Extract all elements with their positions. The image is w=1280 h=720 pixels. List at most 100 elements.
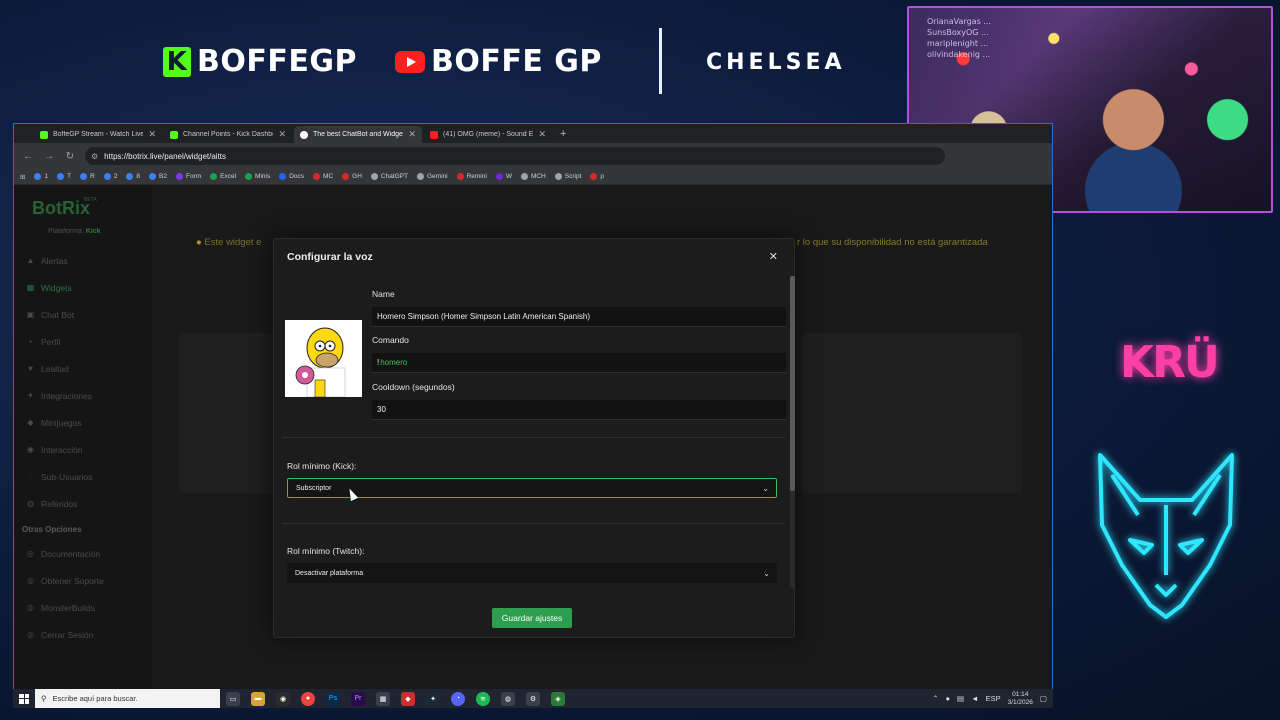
sponsor-logo: CHELSEA: [706, 50, 846, 75]
close-icon[interactable]: ✕: [278, 129, 286, 140]
calculator-icon[interactable]: ▦: [376, 691, 390, 706]
kick-brand: K BOFFEGP: [163, 44, 357, 79]
divider: [282, 523, 785, 524]
app-icon[interactable]: ◆: [401, 691, 415, 706]
premiere-icon[interactable]: Pr: [351, 691, 365, 706]
name-field[interactable]: Homero Simpson (Homer Simpson Latin Amer…: [372, 307, 786, 327]
obs-icon[interactable]: ◉: [276, 691, 290, 706]
close-icon[interactable]: ✕: [148, 129, 156, 140]
chat-icon: ▣: [26, 310, 35, 319]
bookmark-item[interactable]: Docs: [279, 173, 304, 180]
discord-icon[interactable]: ◔: [451, 691, 465, 706]
sidebar-item-cerrar-sesion[interactable]: ◎ Cerrar Sesión: [26, 621, 104, 648]
bookmark-item[interactable]: R: [80, 173, 95, 180]
chatgpt-icon: [370, 173, 378, 180]
kick-role-select[interactable]: Subscriptor ⌄: [287, 478, 777, 498]
kick-role-label: Rol mínimo (Kick):: [287, 461, 357, 471]
reload-icon[interactable]: ↻: [64, 151, 76, 162]
volume-icon[interactable]: ◄: [971, 694, 978, 703]
sidebar-item-minijuegos[interactable]: ◆ Minijuegos: [26, 409, 104, 436]
back-icon[interactable]: ←: [22, 151, 34, 162]
referral-icon: ◍: [27, 499, 34, 508]
cloud-icon: [80, 173, 88, 180]
chevron-down-icon: ⌄: [763, 568, 770, 578]
bookmark-item[interactable]: 1: [34, 173, 48, 180]
steam-icon[interactable]: ✦: [426, 691, 440, 706]
sidebar-item-soporte[interactable]: ◎ Obtener Soporte: [26, 567, 104, 594]
sidebar-item-referidos[interactable]: ◍ Referidos: [26, 490, 104, 517]
sidebar-item-lealtad[interactable]: ♥ Lealtad: [26, 355, 104, 382]
bookmark-item[interactable]: MC: [313, 173, 333, 180]
close-icon[interactable]: ✕: [408, 129, 416, 140]
bookmark-item[interactable]: 2: [103, 173, 117, 180]
app-icon[interactable]: ◍: [501, 691, 515, 706]
close-icon[interactable]: ✕: [538, 129, 546, 140]
bookmark-item[interactable]: Excel: [210, 173, 236, 180]
bookmark-item[interactable]: MCH: [520, 173, 546, 180]
scrollbar-thumb[interactable]: [790, 276, 795, 491]
sidebar-item-interaccion[interactable]: ◉ Interacción: [26, 436, 104, 463]
bookmark-item[interactable]: Form: [175, 173, 201, 180]
sidebar-item-integraciones[interactable]: ✦ Integraciones: [26, 382, 104, 409]
notification-icon[interactable]: ▢: [1040, 694, 1047, 703]
bookmark-item[interactable]: W: [495, 173, 512, 180]
task-view-icon[interactable]: ▭: [226, 691, 240, 706]
photoshop-icon[interactable]: Ps: [326, 691, 340, 706]
tab-strip: BoffeGP Stream - Watch Live on ✕ Channel…: [14, 124, 1052, 143]
command-field[interactable]: ! homero: [372, 353, 786, 373]
bookmark-item[interactable]: 8: [126, 173, 140, 180]
new-tab-button[interactable]: +: [554, 126, 572, 143]
url-field[interactable]: ⚙ https://botrix.live/panel/widget/aitts: [85, 147, 945, 165]
settings-icon[interactable]: ⚙: [526, 691, 540, 706]
sidebar-item-perfil[interactable]: ▪ Perfil: [26, 328, 104, 355]
chrome-icon[interactable]: ●: [301, 691, 315, 706]
app-icon[interactable]: ◈: [551, 691, 565, 706]
bookmark-item[interactable]: GH: [342, 173, 362, 180]
cooldown-field[interactable]: 30: [372, 400, 786, 420]
taskbar-search[interactable]: ⚲ Escribe aquí para buscar.: [35, 689, 220, 708]
browser-tab[interactable]: BoffeGP Stream - Watch Live on ✕: [34, 126, 162, 143]
sidebar-item-sub-usuarios[interactable]: ◌ Sub-Usuarios: [26, 463, 104, 490]
cloud-icon: [149, 173, 157, 180]
docs-icon: ◎: [27, 549, 34, 558]
browser-tab[interactable]: Channel Points - Kick Dashboa ✕: [164, 126, 292, 143]
search-icon: ⚲: [41, 694, 47, 703]
cloud-icon: [126, 173, 134, 180]
apps-grid-icon[interactable]: ⊞: [20, 173, 25, 181]
widget-card: [802, 333, 1022, 493]
excel-icon: [210, 173, 218, 180]
sidebar-item-widgets[interactable]: ▦ Widgets: [26, 274, 104, 301]
forward-icon[interactable]: →: [43, 151, 55, 162]
bookmark-item[interactable]: T: [57, 173, 71, 180]
warning-icon: ●: [196, 237, 202, 248]
botrix-logo: BotRix: [32, 198, 90, 218]
docs-icon: [279, 173, 287, 180]
language-indicator[interactable]: ESP: [986, 694, 1001, 703]
command-prefix: !: [377, 358, 380, 367]
modal-scrollbar[interactable]: [790, 276, 795, 588]
site-info-icon[interactable]: ⚙: [91, 152, 98, 161]
bookmark-item[interactable]: Minis: [245, 173, 270, 180]
spotify-icon[interactable]: ≋: [476, 691, 490, 706]
twitch-role-select[interactable]: Desactivar plataforma ⌄: [287, 563, 777, 583]
file-explorer-icon[interactable]: ▬: [251, 691, 265, 706]
bookmark-item[interactable]: Remini: [456, 173, 487, 180]
bookmark-item[interactable]: p: [590, 173, 604, 180]
close-icon[interactable]: ✕: [769, 250, 778, 263]
microphone-icon[interactable]: ●: [946, 694, 951, 703]
clock[interactable]: 01:14 3/1/2026: [1008, 691, 1033, 707]
bookmark-item[interactable]: Gemini: [416, 173, 448, 180]
save-settings-button[interactable]: Guardar ajustes: [492, 608, 572, 628]
browser-tab-active[interactable]: The best ChatBot and Widgets ✕: [294, 126, 422, 143]
bookmark-item[interactable]: B2: [149, 173, 167, 180]
sidebar-item-monsterbuilds[interactable]: ◎ MonsterBuilds: [26, 594, 104, 621]
sidebar-item-alertas[interactable]: ▲ Alertas: [26, 247, 104, 274]
sidebar-item-documentacion[interactable]: ◎ Documentación: [26, 540, 104, 567]
chevron-up-icon[interactable]: ⌃: [932, 694, 938, 703]
bookmark-item[interactable]: Script: [554, 173, 581, 180]
bookmark-item[interactable]: ChatGPT: [370, 173, 408, 180]
sidebar-item-chat-bot[interactable]: ▣ Chat Bot: [26, 301, 104, 328]
browser-tab[interactable]: (41) OMG (meme) - Sound Eff ✕: [424, 126, 552, 143]
start-button[interactable]: [13, 693, 35, 704]
network-icon[interactable]: ▤: [957, 694, 964, 703]
